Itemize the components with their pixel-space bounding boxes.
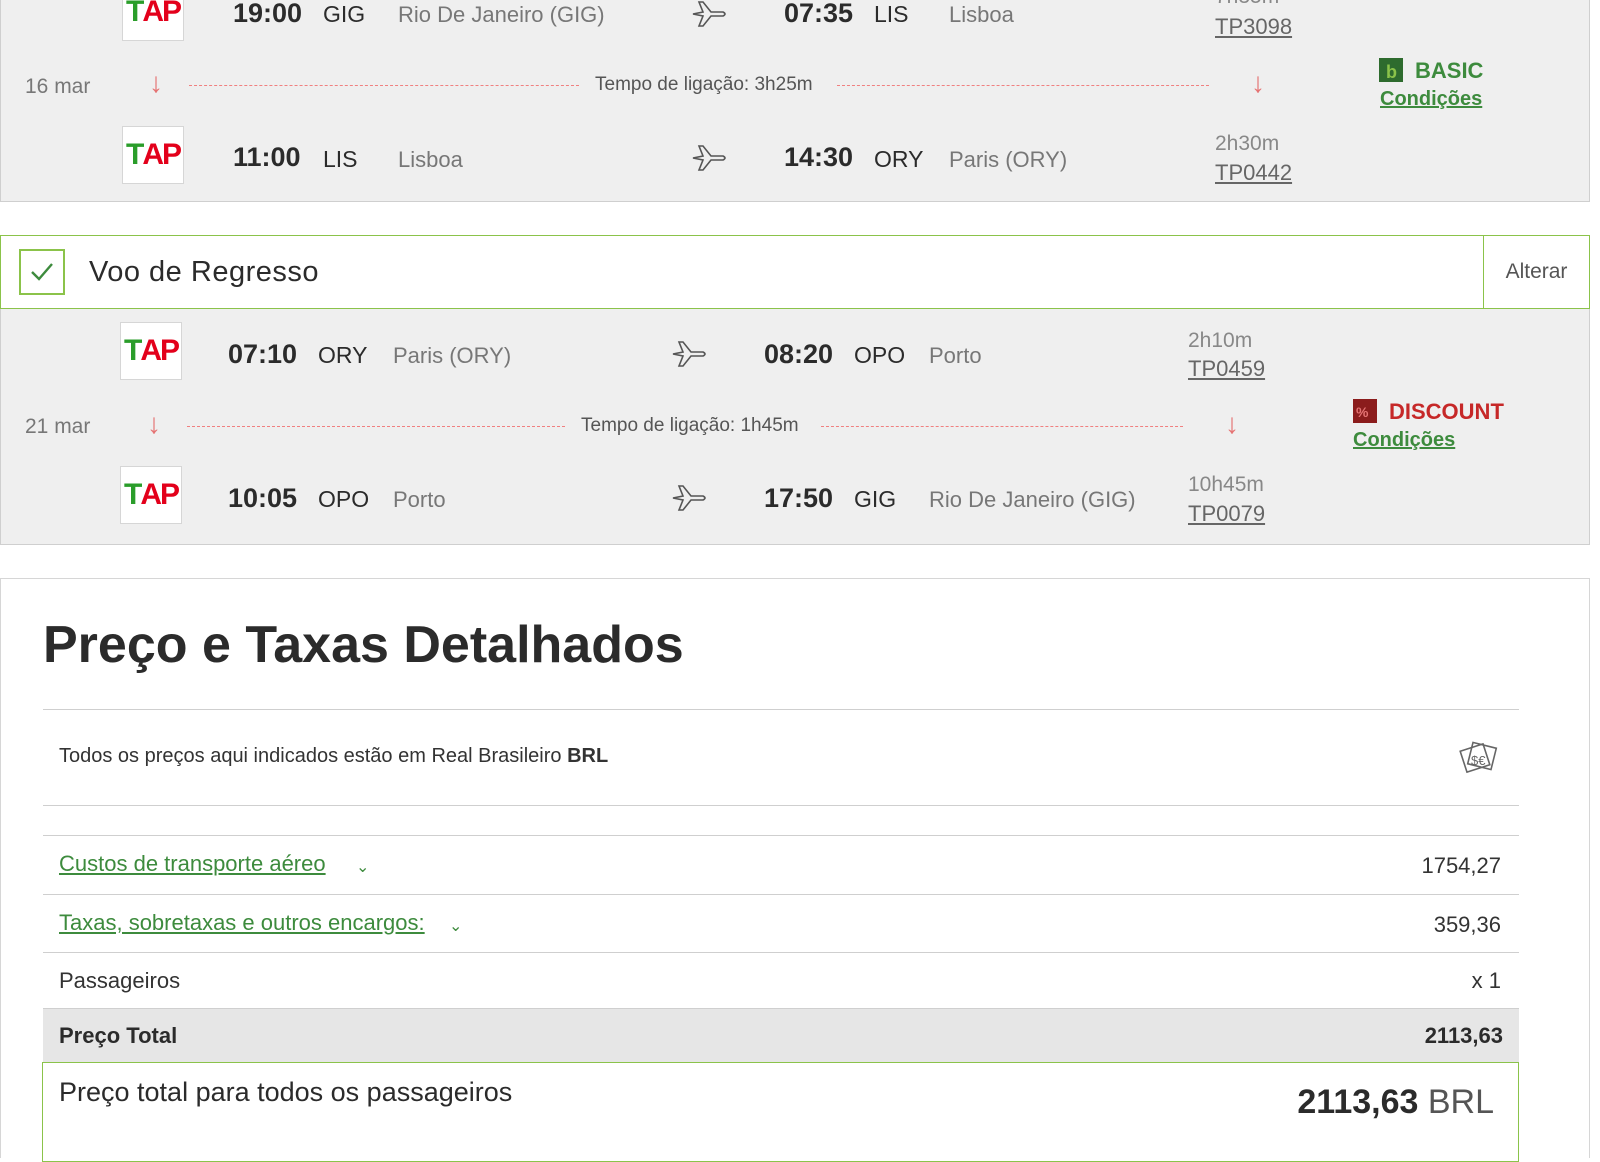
divider (43, 805, 1519, 806)
departure-code: ORY (318, 342, 368, 368)
departure-city: Rio De Janeiro (GIG) (398, 2, 605, 27)
checkbox-checked-icon (19, 249, 65, 295)
plane-icon (672, 485, 706, 511)
divider (43, 894, 1519, 895)
flight-duration: 2h10m (1188, 329, 1253, 352)
grand-total-amount: 2113,63 BRL (1297, 1083, 1494, 1122)
grand-total-currency: BRL (1427, 1083, 1494, 1121)
svg-text:b: b (1386, 62, 1397, 82)
connection-time: Tempo de ligação: 3h25m (595, 74, 813, 95)
taxes-toggle[interactable]: Taxas, sobretaxas e outros encargos: (59, 910, 425, 936)
currency-exchange-icon[interactable]: $€ (1457, 739, 1499, 777)
return-flight-header: Voo de Regresso Alterar (0, 235, 1590, 309)
tap-logo: TAP (120, 466, 182, 524)
departure-code: GIG (323, 1, 366, 27)
total-price-row: Preço Total 2113,63 (43, 1008, 1519, 1063)
connection-line (189, 85, 579, 86)
change-button[interactable]: Alterar (1483, 236, 1589, 308)
departure-city: Paris (ORY) (393, 343, 512, 368)
divider (43, 709, 1519, 710)
arrival-city: Porto (929, 343, 982, 368)
price-heading: Preço e Taxas Detalhados (43, 616, 684, 674)
arrival-code: GIG (854, 486, 897, 512)
arrival-time: 08:20 (764, 339, 834, 369)
arrival-city: Paris (ORY) (949, 147, 1068, 172)
passengers-label: Passageiros (59, 968, 181, 993)
departure-code: LIS (323, 146, 358, 172)
discount-fare-icon: % (1353, 399, 1377, 423)
departure-time: 07:10 (228, 339, 298, 369)
arrow-down-icon: ↓ (1225, 408, 1239, 439)
departure-time: 19:00 (233, 0, 303, 28)
currency-note: Todos os preços aqui indicados estão em … (59, 745, 608, 768)
arrival-code: OPO (854, 342, 906, 368)
departure-time: 11:00 (233, 142, 301, 172)
departure-city: Porto (393, 487, 446, 512)
total-price-value: 2113,63 (1424, 1023, 1503, 1048)
plane-icon (672, 341, 706, 367)
arrow-down-icon: ↓ (147, 408, 161, 439)
arrival-city: Lisboa (949, 2, 1014, 27)
departure-code: OPO (318, 486, 370, 512)
grand-total-box: Preço total para todos os passageiros 21… (42, 1062, 1519, 1162)
svg-text:%: % (1356, 404, 1369, 420)
currency-code: BRL (567, 745, 609, 767)
conditions-link[interactable]: Condições (1353, 429, 1455, 452)
flight-date: 21 mar (25, 415, 91, 438)
divider (43, 952, 1519, 953)
connection-line (187, 426, 565, 427)
taxes-label[interactable]: Taxas, sobretaxas e outros encargos: (59, 910, 425, 935)
price-details-panel: Preço e Taxas Detalhados Todos os preços… (0, 578, 1590, 1162)
passengers-value: x 1 (1471, 968, 1501, 993)
divider (43, 835, 1519, 836)
basic-fare-icon: b (1379, 58, 1403, 82)
conditions-link[interactable]: Condições (1380, 88, 1482, 111)
air-transport-costs-value: 1754,27 (1421, 853, 1501, 878)
arrival-time: 17:50 (764, 483, 834, 513)
arrow-down-icon: ↓ (1251, 67, 1265, 98)
flight-duration: 2h30m (1215, 132, 1280, 155)
return-flight-title: Voo de Regresso (89, 256, 319, 288)
flight-number-link[interactable]: TP0459 (1188, 356, 1265, 382)
return-flight-block: TAP 07:10 ORY Paris (ORY) 08:20 OPO Port… (0, 309, 1590, 545)
connection-time: Tempo de ligação: 1h45m (581, 415, 799, 436)
fare-name: DISCOUNT (1389, 399, 1504, 424)
departure-city: Lisboa (398, 147, 463, 172)
svg-text:$€: $€ (1471, 753, 1486, 768)
flight-duration: 10h45m (1188, 473, 1264, 496)
tap-logo: TAP (122, 0, 184, 41)
arrow-down-icon: ↓ (149, 67, 163, 98)
flight-duration: 7h35m (1215, 0, 1279, 9)
plane-icon (692, 145, 726, 171)
grand-total-label: Preço total para todos os passageiros (59, 1077, 513, 1107)
tap-logo: TAP (120, 322, 182, 380)
currency-note-text: Todos os preços aqui indicados estão em … (59, 745, 562, 767)
outbound-flight-block: TAP 19:00 GIG Rio De Janeiro (GIG) 07:35… (0, 0, 1590, 202)
air-transport-costs-toggle[interactable]: Custos de transporte aéreo (59, 851, 326, 877)
chevron-down-icon[interactable]: ⌄ (449, 916, 462, 936)
grand-total-value: 2113,63 (1297, 1083, 1419, 1121)
arrival-time: 07:35 (784, 0, 854, 28)
connection-line (837, 85, 1209, 86)
flight-date: 16 mar (25, 75, 91, 98)
total-price-label: Preço Total (59, 1023, 178, 1048)
arrival-city: Rio De Janeiro (GIG) (929, 487, 1136, 512)
taxes-value: 359,36 (1433, 912, 1501, 937)
chevron-down-icon[interactable]: ⌄ (356, 857, 369, 877)
arrival-code: ORY (874, 146, 924, 172)
arrival-time: 14:30 (784, 142, 854, 172)
plane-icon (692, 1, 726, 27)
flight-number-link[interactable]: TP0442 (1215, 160, 1292, 186)
flight-number-link[interactable]: TP0079 (1188, 501, 1265, 527)
departure-time: 10:05 (228, 483, 298, 513)
arrival-code: LIS (874, 1, 909, 27)
air-transport-costs-label[interactable]: Custos de transporte aéreo (59, 851, 326, 876)
flight-number-link[interactable]: TP3098 (1215, 14, 1292, 40)
tap-logo: TAP (122, 126, 184, 184)
fare-name: BASIC (1415, 58, 1484, 83)
connection-line (821, 426, 1183, 427)
